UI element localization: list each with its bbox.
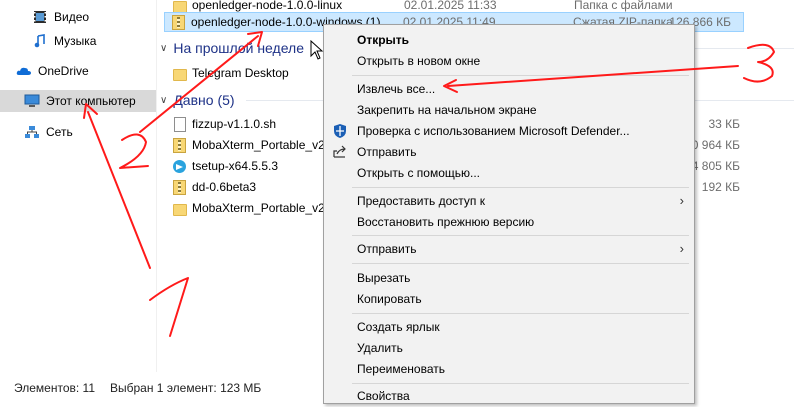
network-icon bbox=[24, 124, 40, 140]
menu-item-delete[interactable]: Удалить bbox=[324, 337, 694, 359]
menu-item-label: Предоставить доступ к bbox=[357, 194, 485, 208]
mouse-cursor-icon bbox=[310, 40, 324, 60]
defender-shield-icon bbox=[332, 123, 348, 139]
folder-icon bbox=[172, 201, 187, 216]
menu-item-create-shortcut[interactable]: Создать ярлык bbox=[324, 316, 694, 338]
menu-separator bbox=[352, 235, 689, 236]
menu-item-restore-previous[interactable]: Восстановить прежнюю версию bbox=[324, 211, 694, 233]
menu-item-label: Создать ярлык bbox=[357, 320, 440, 334]
sidebar-item-music[interactable]: Музыка bbox=[0, 30, 156, 52]
file-date: 02.01.2025 11:33 bbox=[404, 0, 497, 12]
selection-info: Выбран 1 элемент: 123 МБ bbox=[110, 381, 262, 395]
sidebar-item-this-pc[interactable]: Этот компьютер bbox=[0, 90, 156, 112]
sidebar-item-video[interactable]: Видео bbox=[0, 6, 156, 28]
menu-separator bbox=[352, 313, 689, 314]
menu-item-share[interactable]: Отправить bbox=[324, 141, 694, 163]
menu-item-label: Переименовать bbox=[357, 362, 445, 376]
navigation-pane: Видео Музыка OneDrive Этот компьютер Сет… bbox=[0, 0, 157, 372]
file-size: 192 КБ bbox=[701, 180, 740, 194]
music-icon bbox=[32, 33, 48, 49]
sidebar-item-onedrive[interactable]: OneDrive bbox=[0, 60, 156, 82]
chevron-down-icon: ∨ bbox=[160, 94, 168, 106]
group-header-last-week[interactable]: ∨ На прошлой неделе bbox=[160, 37, 304, 59]
menu-item-label: Вырезать bbox=[357, 271, 411, 285]
menu-item-open[interactable]: Открыть bbox=[324, 29, 694, 51]
menu-separator bbox=[352, 383, 689, 384]
menu-separator bbox=[352, 75, 689, 76]
share-icon bbox=[332, 144, 348, 160]
chevron-right-icon: › bbox=[679, 193, 684, 208]
menu-item-send-to[interactable]: Отправить › bbox=[324, 238, 694, 260]
menu-item-pin-to-start[interactable]: Закрепить на начальном экране bbox=[324, 99, 694, 121]
menu-item-label: Проверка с использованием Microsoft Defe… bbox=[357, 124, 630, 138]
menu-item-give-access[interactable]: Предоставить доступ к › bbox=[324, 190, 694, 212]
file-name: openledger-node-1.0.0-linux bbox=[192, 0, 343, 12]
file-size: 33 КБ bbox=[708, 117, 740, 131]
telegram-icon bbox=[172, 159, 186, 173]
menu-item-extract-all[interactable]: Извлечь все... bbox=[324, 78, 694, 100]
menu-item-open-with[interactable]: Открыть с помощью... bbox=[324, 162, 694, 184]
sidebar-item-label: Музыка bbox=[54, 34, 97, 48]
menu-item-label: Отправить bbox=[357, 145, 417, 159]
sidebar-item-label: Этот компьютер bbox=[46, 94, 136, 108]
file-name: MobaXterm_Portable_v24. bbox=[192, 138, 335, 152]
file-name: Telegram Desktop bbox=[192, 66, 289, 80]
file-name: MobaXterm_Portable_v24. bbox=[192, 201, 335, 215]
menu-item-label: Открыть в новом окне bbox=[357, 54, 481, 68]
menu-item-label: Свойства bbox=[357, 389, 410, 403]
menu-item-label: Извлечь все... bbox=[357, 82, 436, 96]
sidebar-item-network[interactable]: Сеть bbox=[0, 121, 156, 143]
menu-item-label: Отправить bbox=[357, 242, 417, 256]
item-count: Элементов: 11 bbox=[14, 381, 95, 395]
video-icon bbox=[32, 9, 48, 25]
menu-item-label: Закрепить на начальном экране bbox=[357, 103, 537, 117]
menu-item-label: Копировать bbox=[357, 292, 422, 306]
file-icon bbox=[172, 117, 186, 132]
file-name: fizzup-v1.1.0.sh bbox=[192, 117, 277, 131]
menu-item-open-new-window[interactable]: Открыть в новом окне bbox=[324, 50, 694, 72]
computer-icon bbox=[24, 93, 40, 109]
menu-item-defender-scan[interactable]: Проверка с использованием Microsoft Defe… bbox=[324, 120, 694, 142]
zip-folder-icon bbox=[172, 138, 186, 153]
file-type: Папка с файлами bbox=[574, 0, 673, 12]
zip-folder-icon bbox=[171, 15, 185, 30]
sidebar-item-label: Сеть bbox=[46, 125, 73, 139]
menu-item-cut[interactable]: Вырезать bbox=[324, 267, 694, 289]
onedrive-icon bbox=[16, 63, 32, 79]
folder-icon bbox=[172, 66, 187, 81]
file-name: dd-0.6beta3 bbox=[192, 180, 257, 194]
file-name: tsetup-x64.5.5.3 bbox=[192, 159, 279, 173]
chevron-down-icon: ∨ bbox=[160, 42, 168, 54]
sidebar-item-label: Видео bbox=[54, 10, 90, 24]
menu-separator bbox=[352, 187, 689, 188]
zip-folder-icon bbox=[172, 180, 186, 195]
menu-item-label: Восстановить прежнюю версию bbox=[357, 215, 535, 229]
group-header-long-ago[interactable]: ∨ Давно (5) bbox=[160, 89, 235, 111]
group-header-label: Давно (5) bbox=[173, 92, 235, 108]
context-menu: Открыть Открыть в новом окне Извлечь все… bbox=[323, 24, 695, 404]
menu-separator bbox=[352, 263, 689, 264]
menu-item-rename[interactable]: Переименовать bbox=[324, 358, 694, 380]
menu-item-label: Открыть с помощью... bbox=[357, 166, 481, 180]
menu-item-label: Открыть bbox=[357, 33, 410, 47]
menu-item-copy[interactable]: Копировать bbox=[324, 288, 694, 310]
sidebar-item-label: OneDrive bbox=[38, 64, 89, 78]
chevron-right-icon: › bbox=[679, 241, 684, 256]
folder-icon bbox=[172, 0, 187, 13]
menu-item-label: Удалить bbox=[357, 341, 403, 355]
group-header-label: На прошлой неделе bbox=[173, 40, 304, 56]
